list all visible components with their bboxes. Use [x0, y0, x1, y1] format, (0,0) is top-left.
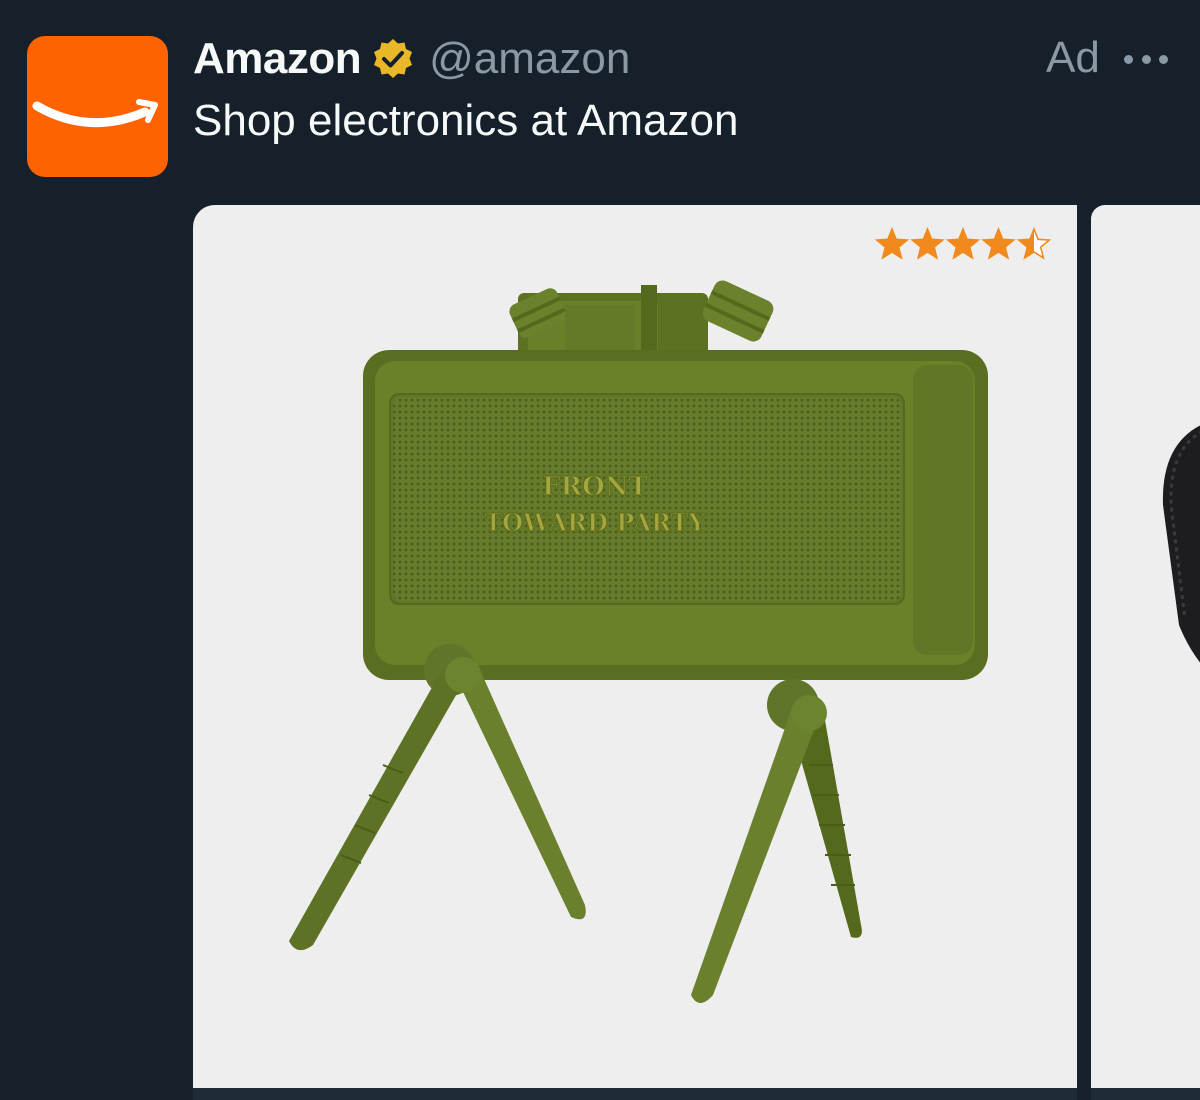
handle[interactable]: @amazon [429, 34, 630, 84]
product-card[interactable]: FRONT TOWARD PARTY [193, 205, 1077, 1100]
media-carousel[interactable]: FRONT TOWARD PARTY [193, 205, 1200, 1100]
amazon-smile-logo-icon [32, 99, 158, 128]
image-text-front: FRONT [542, 472, 648, 502]
post-text: Shop electronics at Amazon [193, 96, 739, 145]
image-text-toward-party: TOWARD PARTY [484, 508, 706, 537]
ad-post[interactable]: Amazon @amazon Ad Shop electronics at Am… [0, 0, 1200, 1100]
star-3-fill [947, 229, 979, 258]
next-product-image [1162, 425, 1200, 663]
next-card-caption-strip [1091, 1088, 1200, 1100]
amazon-avatar[interactable] [27, 36, 168, 177]
ad-label: Ad [1046, 33, 1100, 82]
star-1-fill [876, 229, 908, 258]
star-4-fill [983, 229, 1014, 258]
next-product-card[interactable] [1091, 205, 1200, 1100]
product-image-green-speaker: FRONT TOWARD PARTY [289, 280, 988, 1003]
verified-badge-icon[interactable] [371, 37, 415, 81]
star-rating-icon [875, 227, 1051, 260]
star-2-fill [912, 229, 943, 258]
display-name[interactable]: Amazon [193, 34, 362, 84]
post-header: Amazon @amazon [193, 30, 630, 88]
card-caption-strip [193, 1088, 1077, 1100]
more-options-icon[interactable] [1124, 50, 1168, 68]
